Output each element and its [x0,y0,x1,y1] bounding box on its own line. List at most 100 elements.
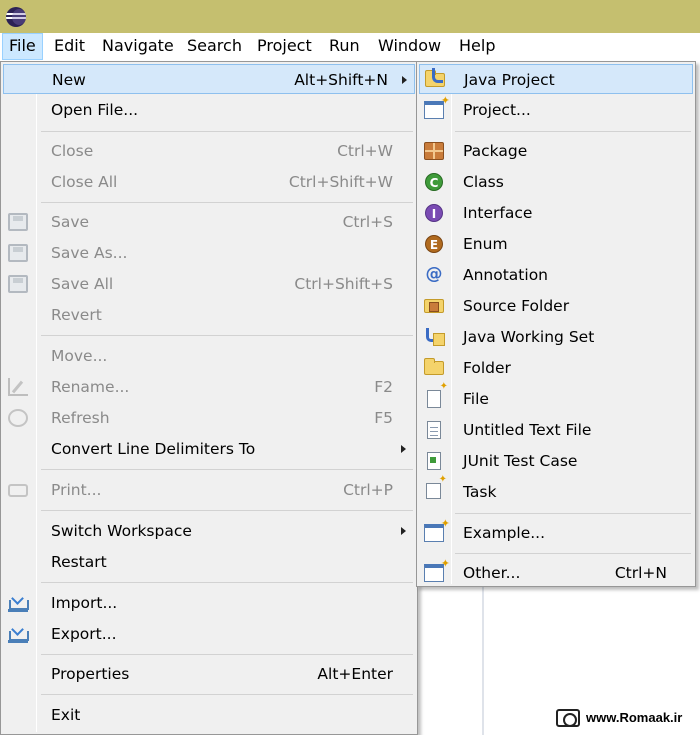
menu-item-shortcut: Ctrl+Shift+S [294,275,393,293]
menu-item-switch-workspace[interactable]: Switch Workspace [3,516,415,546]
menu-navigate[interactable]: Navigate [96,33,180,60]
new-item-junit-test-case[interactable]: JUnit Test Case [419,446,693,476]
menu-item-label: Exit [51,706,81,724]
folder-icon [424,358,444,375]
new-item-example[interactable]: Example... [419,517,693,548]
menu-item-save-as[interactable]: Save As... [3,238,415,268]
menu-item-shortcut: Ctrl+W [337,142,393,160]
working-set-icon [424,328,445,346]
new-submenu: Java Project Project... Package C Class … [416,61,696,587]
menu-project[interactable]: Project [251,33,318,60]
submenu-arrow-icon [402,76,407,84]
menu-bar: File Edit Navigate Search Project Run Wi… [0,33,700,61]
menu-item-label: Export... [51,625,117,643]
import-icon [8,594,29,612]
menu-item-save[interactable]: Save Ctrl+S [3,207,415,237]
menu-item-close[interactable]: Close Ctrl+W [3,136,415,166]
menu-item-revert[interactable]: Revert [3,300,415,330]
menu-item-save-all[interactable]: Save All Ctrl+Shift+S [3,269,415,299]
watermark-text: www.Romaak.ir [586,710,683,725]
file-icon [427,381,448,408]
new-item-file[interactable]: File [419,381,693,414]
menu-item-label: Switch Workspace [51,522,192,540]
other-wizard-icon [424,557,450,582]
menu-item-label: Example... [463,524,546,542]
new-project-icon [424,94,450,119]
menu-window[interactable]: Window [372,33,447,60]
menu-item-label: Rename... [51,378,130,396]
example-icon [424,517,450,542]
menu-item-move[interactable]: Move... [3,341,415,371]
text-file-icon [427,421,441,439]
menu-separator [41,469,413,470]
new-item-untitled-text-file[interactable]: Untitled Text File [419,415,693,445]
menu-item-shortcut: Alt+Enter [317,665,393,683]
menu-item-label: Source Folder [463,297,570,315]
new-item-class[interactable]: C Class [419,167,693,197]
menu-item-label: JUnit Test Case [463,452,578,470]
menu-edit[interactable]: Edit [48,33,91,60]
enum-icon: E [425,235,443,253]
save-all-icon [8,275,28,293]
annotation-icon: @ [425,264,443,284]
junit-icon [427,452,441,470]
romaak-logo-icon [556,709,580,727]
menu-item-label: Print... [51,481,102,499]
new-item-task[interactable]: Task [419,474,693,507]
submenu-arrow-icon [401,445,406,453]
menu-item-label: Enum [463,235,508,253]
menu-item-label: Project... [463,101,531,119]
menu-file[interactable]: File [2,33,43,60]
menu-item-rename[interactable]: Rename... F2 [3,372,415,402]
new-item-java-project[interactable]: Java Project [419,64,693,94]
new-item-java-working-set[interactable]: Java Working Set [419,322,693,352]
menu-item-open-file[interactable]: Open File... [3,95,415,125]
menu-item-print[interactable]: Print... Ctrl+P [3,475,415,505]
menu-item-label: Open File... [51,101,139,119]
save-as-icon [8,244,28,262]
menu-run[interactable]: Run [323,33,366,60]
menu-item-shortcut: F2 [374,378,393,396]
menu-item-restart[interactable]: Restart [3,547,415,577]
menu-item-label: Restart [51,553,107,571]
menu-item-export[interactable]: Export... [3,619,415,649]
save-icon [8,213,28,231]
source-folder-icon [424,299,444,313]
package-icon [424,142,444,160]
new-item-annotation[interactable]: @ Annotation [419,260,693,290]
file-menu: New Alt+Shift+N Open File... Close Ctrl+… [0,61,418,735]
menu-item-label: Package [463,142,528,160]
new-item-project[interactable]: Project... [419,94,693,125]
new-item-other[interactable]: Other... Ctrl+N [419,557,693,588]
menu-item-label: Revert [51,306,102,324]
menu-item-label: Save As... [51,244,128,262]
menu-item-exit[interactable]: Exit [3,700,415,730]
menu-item-label: Close [51,142,94,160]
class-icon: C [425,173,443,191]
new-item-folder[interactable]: Folder [419,353,693,383]
menu-item-convert-line-delimiters[interactable]: Convert Line Delimiters To [3,434,415,464]
java-project-icon [425,68,445,87]
menu-item-shortcut: Alt+Shift+N [294,71,388,89]
menu-item-label: Save All [51,275,114,293]
menu-item-properties[interactable]: Properties Alt+Enter [3,659,415,689]
new-item-enum[interactable]: E Enum [419,229,693,259]
menu-separator [41,202,413,203]
new-item-package[interactable]: Package [419,136,693,166]
new-item-interface[interactable]: I Interface [419,198,693,228]
menu-search[interactable]: Search [181,33,248,60]
menu-item-new[interactable]: New Alt+Shift+N [3,64,415,94]
menu-item-label: Annotation [463,266,549,284]
menu-item-import[interactable]: Import... [3,588,415,618]
new-item-source-folder[interactable]: Source Folder [419,291,693,321]
menu-item-shortcut: Ctrl+P [343,481,393,499]
menu-item-label: Class [463,173,504,191]
interface-icon: I [425,204,443,222]
export-icon [8,625,29,643]
menu-item-close-all[interactable]: Close All Ctrl+Shift+W [3,167,415,197]
menu-item-label: Untitled Text File [463,421,592,439]
print-icon [8,484,28,497]
menu-help[interactable]: Help [453,33,501,60]
menu-item-shortcut: Ctrl+N [614,564,667,582]
menu-item-refresh[interactable]: Refresh F5 [3,403,415,433]
